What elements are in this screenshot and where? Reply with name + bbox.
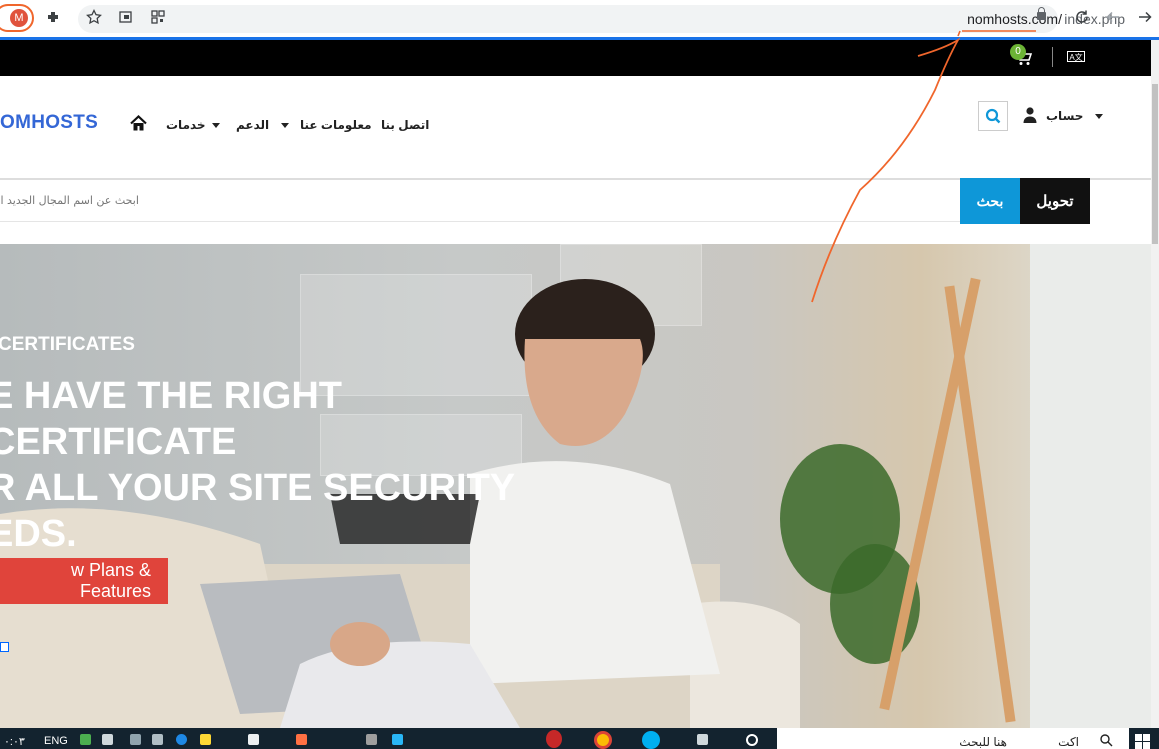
view-plans-button[interactable]: w Plans & Features xyxy=(0,558,168,604)
slider-handle[interactable] xyxy=(0,642,9,652)
back-arrow-icon[interactable] xyxy=(1104,9,1122,27)
taskbar-search-text-2: اكت xyxy=(1058,735,1079,749)
hero-title: E HAVE THE RIGHT CERTIFICATE R ALL YOUR … xyxy=(0,373,588,557)
windows-start-icon[interactable] xyxy=(1135,734,1150,749)
screen-share-icon[interactable] xyxy=(117,9,135,27)
nav-services-label: خدمات xyxy=(166,118,206,132)
scrollbar-thumb[interactable] xyxy=(1152,84,1158,244)
app-icon[interactable] xyxy=(296,734,307,745)
lock-icon[interactable] xyxy=(1037,7,1046,20)
caret-down-icon xyxy=(280,123,289,129)
keyboard-icon[interactable] xyxy=(152,734,163,745)
browser-toolbar: M nomhosts.com/ index.php xyxy=(0,0,1159,37)
site-top-bar xyxy=(0,40,1151,76)
nav-support-label: الدعم xyxy=(236,118,270,132)
clock[interactable]: ٠:٠٣ xyxy=(4,735,25,748)
cortana-icon[interactable] xyxy=(746,734,758,746)
app-icon[interactable] xyxy=(366,734,377,745)
home-icon[interactable] xyxy=(130,115,147,132)
nav-services[interactable]: خدمات xyxy=(166,118,220,132)
cart-count-badge: 0 xyxy=(1010,44,1026,60)
user-icon xyxy=(1023,107,1037,123)
skype-icon[interactable] xyxy=(642,731,660,749)
forward-arrow-icon[interactable] xyxy=(1136,9,1154,27)
hero-title-line2: R ALL YOUR SITE SECURITY xyxy=(0,467,516,509)
chrome-icon[interactable] xyxy=(594,731,612,749)
site-logo[interactable]: OMHOSTS xyxy=(0,112,98,134)
hero-eyebrow: CERTIFICATES xyxy=(0,334,135,355)
profile-avatar: M xyxy=(10,9,28,27)
nav-support[interactable]: الدعم xyxy=(236,118,289,132)
notes-icon[interactable] xyxy=(200,734,211,745)
search-icon xyxy=(1100,734,1113,747)
taskbar-search-text: هنا للبحث xyxy=(959,735,1007,749)
reload-icon[interactable] xyxy=(1073,9,1091,27)
site-search-button[interactable] xyxy=(978,101,1008,131)
wifi-icon[interactable] xyxy=(130,734,141,745)
nav-contact[interactable]: اتصل بنا xyxy=(381,118,429,132)
topbar-divider xyxy=(1052,47,1053,67)
domain-search-input[interactable] xyxy=(0,180,960,222)
page-scrollbar[interactable] xyxy=(1151,40,1159,728)
language-icon[interactable]: A文 xyxy=(1067,51,1085,62)
hero-title-line3: EDS. xyxy=(0,513,77,555)
task-view-icon[interactable] xyxy=(697,734,708,745)
app-icon[interactable] xyxy=(248,734,259,745)
bookmark-star-icon[interactable] xyxy=(85,8,103,27)
hero-title-line1: E HAVE THE RIGHT CERTIFICATE xyxy=(0,375,342,463)
account-menu[interactable]: حساب xyxy=(1046,109,1103,123)
caret-down-icon xyxy=(1094,114,1103,120)
nav-about[interactable]: معلومات عنا xyxy=(300,118,372,132)
taskbar-search-box[interactable]: هنا للبحث اكت xyxy=(777,728,1129,749)
url-domain: nomhosts.com/ xyxy=(967,11,1062,27)
task-app-icon[interactable] xyxy=(546,730,562,748)
search-icon xyxy=(985,108,1001,124)
qr-code-icon[interactable] xyxy=(149,9,167,27)
app-icon[interactable] xyxy=(392,734,403,745)
domain-transfer-button[interactable]: تحويل xyxy=(1020,178,1090,224)
security-icon[interactable] xyxy=(80,734,91,745)
address-bar[interactable] xyxy=(78,5,1058,33)
language-indicator[interactable]: ENG xyxy=(44,735,68,747)
domain-search-button[interactable]: بحث xyxy=(960,178,1020,224)
account-label: حساب xyxy=(1046,109,1084,123)
volume-icon[interactable] xyxy=(102,734,113,745)
network-icon[interactable] xyxy=(176,734,187,745)
profile-button[interactable]: M xyxy=(0,4,34,32)
caret-down-icon xyxy=(211,123,220,129)
extensions-icon[interactable] xyxy=(44,9,62,27)
